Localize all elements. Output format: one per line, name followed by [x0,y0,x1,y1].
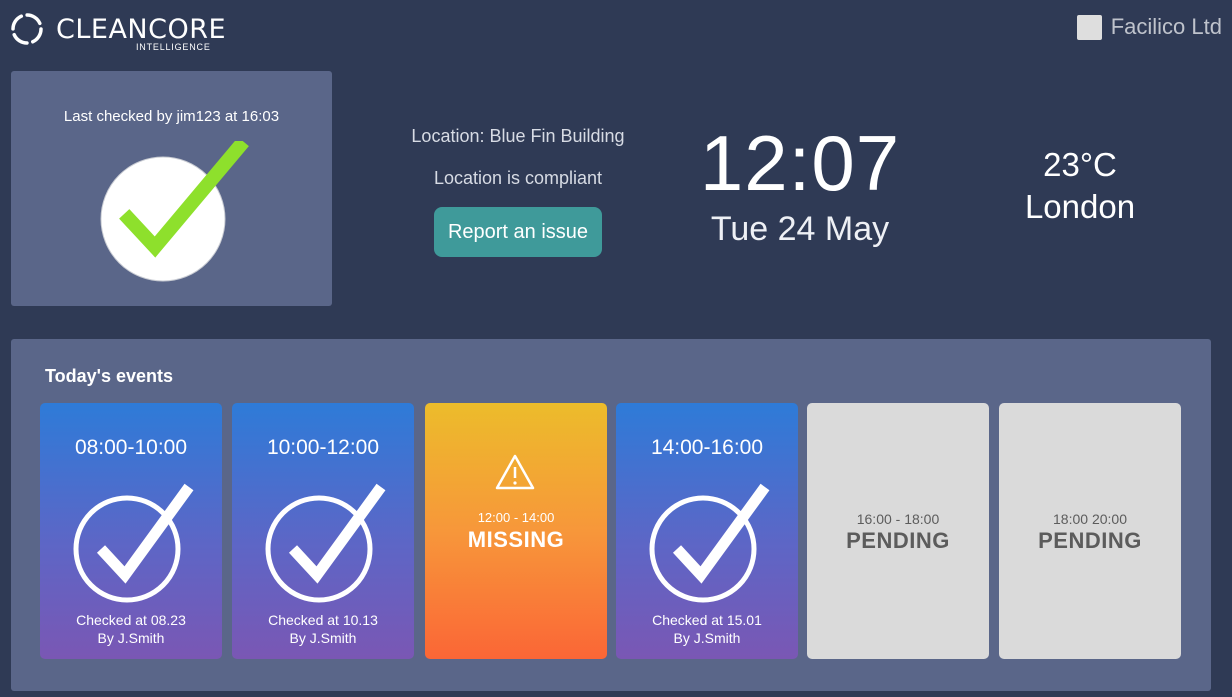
big-check-icon [100,141,249,282]
event-time: 10:00-12:00 [266,436,380,459]
event-status: MISSING [467,527,565,552]
company[interactable]: Facilico Ltd [1076,14,1222,40]
report-issue-button[interactable]: Report an issue [434,207,602,257]
event-checked-at: Checked at 10.13 [268,612,378,628]
cleancore-logo-icon [11,13,43,45]
event-card[interactable]: 14:00-16:00 Checked at 15.01 By J.Smith [616,403,798,659]
status-card: Last checked by jim123 at 16:03 [11,71,332,306]
weather-city: London [1024,188,1136,225]
event-footer: Checked at 15.01 By J.Smith [616,611,798,647]
location-block: Location: Blue Fin Building Location is … [398,126,638,257]
event-time: 14:00-16:00 [650,436,764,459]
check-circle-icon [265,483,386,603]
event-time: 12:00 - 14:00 [477,510,555,525]
event-checked-at: Checked at 15.01 [652,612,762,628]
event-status: PENDING [1038,528,1142,553]
location-name: Location: Blue Fin Building [411,126,625,146]
event-checked-by: By J.Smith [97,630,165,646]
warning-icon [495,454,535,490]
event-card-missing[interactable]: 12:00 - 14:00 MISSING [425,403,607,659]
events-panel: Today's events 08:00-10:00 Checked at 08… [11,339,1211,691]
events-title: Today's events [45,366,173,386]
check-circle-icon [73,483,194,603]
event-footer: Checked at 10.13 By J.Smith [232,611,414,647]
clock: 12:07 Tue 24 May [690,118,910,249]
event-checked-at: Checked at 08.23 [76,612,186,628]
clock-time: 12:07 [699,119,901,207]
location-status: Location is compliant [433,168,603,188]
event-time: 18:00 20:00 [1053,511,1127,527]
company-name: Facilico Ltd [1110,14,1222,39]
clock-date: Tue 24 May [710,210,890,248]
event-card-pending[interactable]: 18:00 20:00 PENDING [999,403,1181,659]
check-circle-icon [649,483,770,603]
event-time: 16:00 - 18:00 [856,511,940,527]
event-checked-by: By J.Smith [673,630,741,646]
company-checkbox-icon[interactable] [1076,14,1102,40]
last-checked-text: Last checked by jim123 at 16:03 [63,108,280,125]
event-card[interactable]: 10:00-12:00 Checked at 10.13 By J.Smith [232,403,414,659]
event-card-pending[interactable]: 16:00 - 18:00 PENDING [807,403,989,659]
weather: 23°C London [990,145,1170,229]
logo-name: CLEANCORE [56,14,227,45]
event-footer: Checked at 08.23 By J.Smith [40,611,222,647]
event-card[interactable]: 08:00-10:00 Checked at 08.23 By J.Smith [40,403,222,659]
logo-subtitle: INTELLIGENCE [136,42,211,52]
event-status: PENDING [846,528,950,553]
event-checked-by: By J.Smith [289,630,357,646]
event-time: 08:00-10:00 [74,436,188,459]
weather-temperature: 23°C [1043,146,1117,183]
